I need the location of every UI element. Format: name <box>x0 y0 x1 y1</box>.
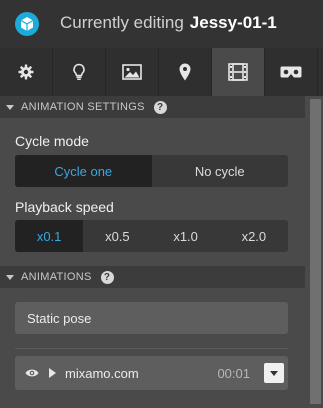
section-title: ANIMATION SETTINGS <box>21 101 145 113</box>
play-icon[interactable] <box>49 368 56 378</box>
speed-option-x2-0[interactable]: x2.0 <box>220 220 288 252</box>
playback-speed-selector: x0.1 x0.5 x1.0 x2.0 <box>15 220 288 252</box>
tab-bar <box>0 48 323 96</box>
model-name: Jessy-01-1 <box>189 13 277 32</box>
help-icon[interactable]: ? <box>100 270 114 284</box>
lightbulb-icon <box>72 63 86 81</box>
cycle-mode-option-no-cycle[interactable]: No cycle <box>152 155 289 187</box>
map-pin-icon <box>179 63 191 81</box>
help-icon[interactable]: ? <box>153 100 167 114</box>
animation-panel: Currently editing Jessy-01-1 ANIMATION S… <box>0 0 323 408</box>
speed-option-x1-0[interactable]: x1.0 <box>152 220 220 252</box>
page-title: Currently editing Jessy-01-1 <box>60 13 277 33</box>
tab-animation[interactable] <box>212 48 265 96</box>
scrollbar[interactable] <box>305 96 323 408</box>
tab-scene-settings[interactable] <box>0 48 53 96</box>
settings-scroll-area: ANIMATION SETTINGS ? Cycle mode Cycle on… <box>0 96 305 408</box>
film-icon <box>228 63 248 81</box>
tab-annotations[interactable] <box>159 48 212 96</box>
collapse-caret-icon <box>6 274 14 280</box>
animations-header[interactable]: ANIMATIONS ? <box>0 266 305 288</box>
title-prefix: Currently editing <box>60 13 184 32</box>
speed-option-x0-1[interactable]: x0.1 <box>15 220 84 252</box>
chevron-down-icon <box>270 370 278 376</box>
scrollbar-thumb[interactable] <box>310 99 321 404</box>
divider <box>15 348 288 349</box>
cycle-mode-selector: Cycle one No cycle <box>15 155 288 187</box>
speed-option-x0-5[interactable]: x0.5 <box>83 220 151 252</box>
cycle-mode-option-cycle-one[interactable]: Cycle one <box>15 155 152 187</box>
animation-options-dropdown[interactable] <box>264 363 284 383</box>
sketchfab-logo-icon <box>15 12 39 36</box>
tab-lighting[interactable] <box>53 48 106 96</box>
animation-duration: 00:01 <box>217 365 250 381</box>
animation-list-item[interactable]: mixamo.com 00:01 <box>15 356 288 390</box>
section-title: ANIMATIONS <box>21 271 92 283</box>
image-icon <box>122 64 142 80</box>
tab-vr[interactable] <box>265 48 318 96</box>
cycle-mode-label: Cycle mode <box>15 133 89 149</box>
header-bar: Currently editing Jessy-01-1 <box>0 0 323 48</box>
playback-speed-label: Playback speed <box>15 199 114 215</box>
eye-icon[interactable] <box>25 368 39 378</box>
static-pose-button[interactable]: Static pose <box>15 302 288 334</box>
collapse-caret-icon <box>6 104 14 110</box>
gear-icon <box>18 64 34 80</box>
tab-post-processing[interactable] <box>106 48 159 96</box>
animation-name: mixamo.com <box>65 365 139 381</box>
vr-headset-icon <box>280 65 302 79</box>
animation-settings-header[interactable]: ANIMATION SETTINGS ? <box>0 96 305 118</box>
